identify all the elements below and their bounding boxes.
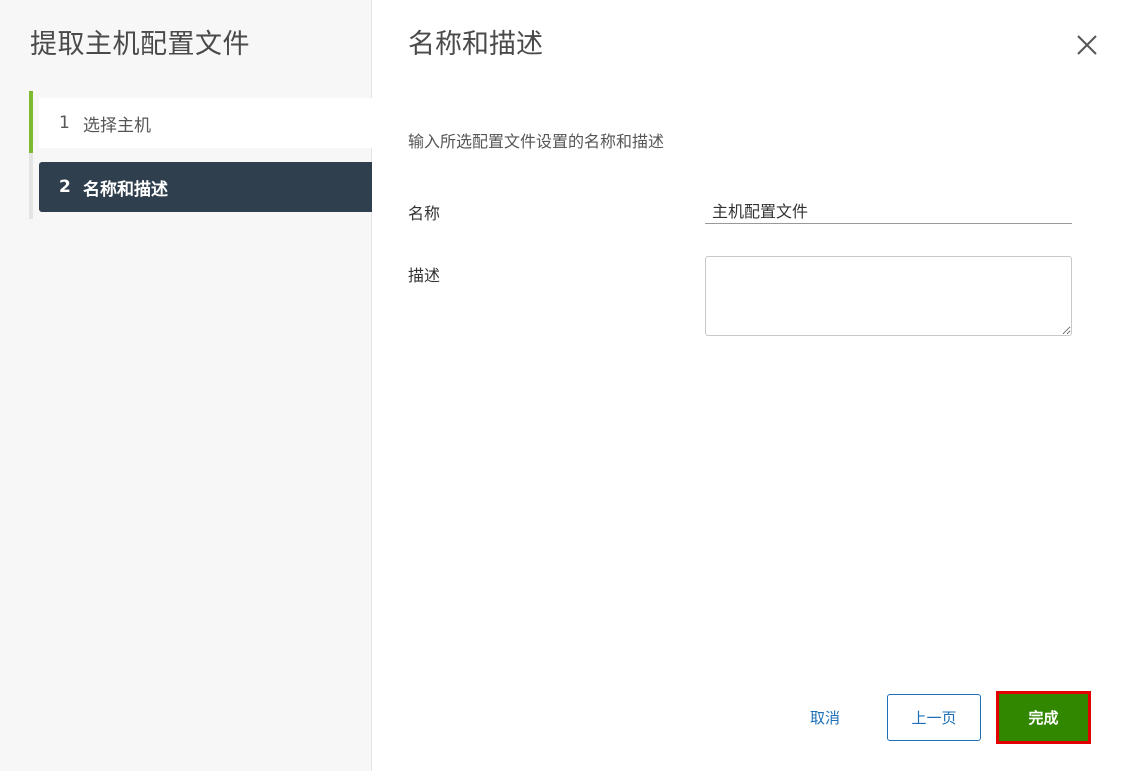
extract-host-profile-dialog: 提取主机配置文件 1 选择主机 2 名称和描述 名称和描述 输入所选配置文件设置… [0, 0, 1123, 771]
finish-button-highlight: 完成 [996, 691, 1091, 744]
instruction-text: 输入所选配置文件设置的名称和描述 [408, 132, 665, 151]
cancel-button[interactable]: 取消 [787, 694, 863, 741]
finish-button[interactable]: 完成 [999, 694, 1088, 741]
name-label: 名称 [408, 204, 441, 223]
wizard-sidebar: 提取主机配置文件 1 选择主机 2 名称和描述 [0, 0, 372, 771]
step-label: 名称和描述 [83, 179, 168, 200]
close-button[interactable] [1075, 33, 1099, 57]
description-textarea[interactable] [705, 256, 1072, 336]
description-label: 描述 [408, 266, 441, 285]
step-label: 选择主机 [83, 115, 151, 136]
close-icon [1077, 35, 1097, 55]
step-number: 2 [59, 177, 71, 197]
wizard-title: 提取主机配置文件 [30, 29, 250, 60]
step-name-and-description[interactable]: 2 名称和描述 [39, 162, 372, 212]
wizard-steps: 1 选择主机 2 名称和描述 [29, 91, 376, 219]
completed-step-indicator [29, 91, 33, 153]
back-button[interactable]: 上一页 [887, 694, 981, 741]
page-title: 名称和描述 [408, 29, 543, 60]
step-number: 1 [59, 113, 70, 133]
wizard-content: 名称和描述 输入所选配置文件设置的名称和描述 名称 描述 取消 上一页 完成 [372, 0, 1123, 771]
step-select-host[interactable]: 1 选择主机 [39, 98, 372, 148]
name-input[interactable] [705, 196, 1072, 224]
